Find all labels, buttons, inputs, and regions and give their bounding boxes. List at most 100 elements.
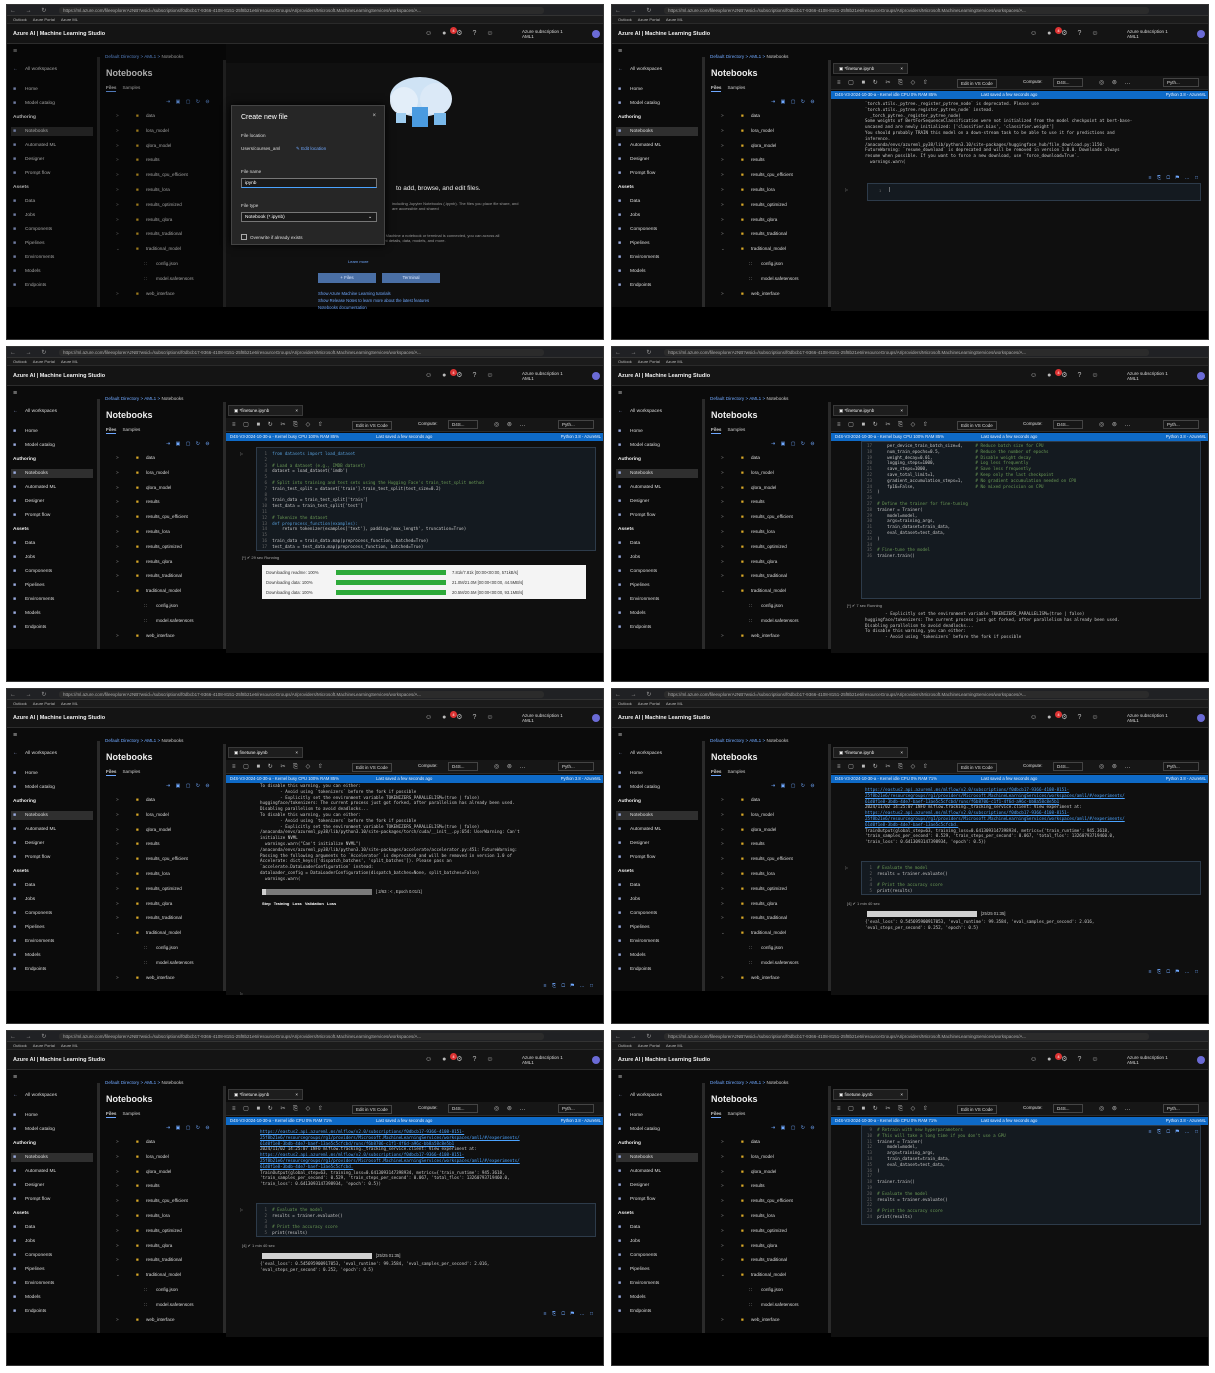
chevron-icon[interactable]: >	[116, 822, 119, 837]
sidebar-item-home[interactable]: ■ Home	[616, 769, 698, 778]
sidebar-item-endpoints[interactable]: ■ Endpoints	[11, 623, 93, 632]
file-tree-row[interactable]: > ■ results_qlora	[104, 896, 219, 911]
address-bar[interactable]: https://ml.azure.com/fileexplorerAzNB?ws…	[59, 7, 544, 14]
run-cell-icon[interactable]: ▷	[240, 1207, 243, 1212]
sidebar-item-models[interactable]: ■ Models	[11, 1293, 93, 1302]
edit-in-vscode-button[interactable]: Edit in VS Code	[352, 763, 392, 772]
file-tree-row[interactable]: ∷ config.json	[709, 1282, 824, 1297]
chevron-icon[interactable]: >	[116, 1164, 119, 1179]
sidebar-item-models[interactable]: ■ Models	[11, 609, 93, 618]
bookmark-link[interactable]: Outlook	[618, 700, 632, 708]
sidebar-item-model-catalog[interactable]: ■ Model catalog	[11, 783, 93, 792]
address-bar[interactable]: https://ml.azure.com/fileexplorerAzNB?ws…	[59, 1033, 544, 1040]
browser-nav-icons[interactable]: ← → ↻	[615, 7, 655, 14]
chevron-icon[interactable]: >	[721, 494, 724, 509]
breadcrumb-item[interactable]: Notebooks	[766, 396, 788, 401]
add-files-button[interactable]: + Files	[318, 273, 376, 283]
file-tree-row[interactable]: > ■ results_traditional	[709, 910, 824, 925]
file-tree-row[interactable]: > ■ results_qlora	[709, 554, 824, 569]
file-tree-row[interactable]: > ■ results_qlora	[709, 896, 824, 911]
sidebar-item-designer[interactable]: ■ Designer	[616, 155, 698, 164]
code-source[interactable]: 1 # Evaluate the model 2 results = train…	[262, 1207, 592, 1236]
sidebar-item-endpoints[interactable]: ■ Endpoints	[616, 965, 698, 974]
chevron-icon[interactable]: >	[116, 866, 119, 881]
compute-select[interactable]: D4S...	[1053, 1104, 1083, 1113]
file-tree-row[interactable]: > ■ qlora_model	[104, 480, 219, 495]
notebook-tab[interactable]: ▣ finetune.ipynb ×	[833, 1089, 908, 1100]
sidebar-item-automated-ml[interactable]: ■ Automated ML	[616, 483, 698, 492]
chevron-icon[interactable]: >	[721, 167, 724, 182]
breadcrumb-item[interactable]: Notebooks	[161, 396, 183, 401]
bookmark-link[interactable]: Azure Portal	[33, 700, 55, 708]
breadcrumb-item[interactable]: AML1	[749, 738, 761, 743]
browser-nav-icons[interactable]: ← → ↻	[615, 349, 655, 356]
file-name-input[interactable]: ipynb	[241, 178, 377, 188]
file-tree-row[interactable]: > ■ lora_model	[104, 465, 219, 480]
subscription-info[interactable]: Azure subscription 1 AML1	[522, 29, 563, 39]
sidebar-item-automated-ml[interactable]: ■ Automated ML	[616, 1167, 698, 1176]
chevron-icon[interactable]: >	[721, 1238, 724, 1253]
sidebar-item-designer[interactable]: ■ Designer	[11, 497, 93, 506]
bookmark-link[interactable]: Azure ML	[61, 358, 78, 366]
sidebar-item-model-catalog[interactable]: ■ Model catalog	[616, 441, 698, 450]
file-tree-row[interactable]: > ■ qlora_model	[709, 480, 824, 495]
file-toolbar-icons[interactable]: ⇥ ▣ ▢ ↻ ⊖	[771, 441, 817, 447]
sidebar-item-designer[interactable]: ■ Designer	[616, 1181, 698, 1190]
bookmark-link[interactable]: Azure Portal	[638, 16, 660, 24]
header-icons[interactable]: ☺ ● ⚙ ? ☺	[425, 713, 497, 721]
tab-files[interactable]: Files	[106, 769, 117, 776]
browser-nav-icons[interactable]: ← → ↻	[615, 1033, 655, 1040]
chevron-icon[interactable]: ⌄	[116, 583, 120, 598]
subscription-info[interactable]: Azure subscription 1 AML1	[522, 713, 563, 723]
sidebar-item-data[interactable]: ■ Data	[616, 539, 698, 548]
header-icons[interactable]: ☺ ● ⚙ ? ☺	[1030, 371, 1102, 379]
tab-samples[interactable]: Samples	[727, 769, 745, 774]
chevron-icon[interactable]: >	[116, 450, 119, 465]
chevron-icon[interactable]: >	[721, 807, 724, 822]
sidebar-item-endpoints[interactable]: ■ Endpoints	[11, 1307, 93, 1316]
browser-nav-icons[interactable]: ← → ↻	[10, 349, 50, 356]
file-tree-row[interactable]: > ■ results	[709, 152, 824, 167]
file-tree-row[interactable]: ⌄ ■ traditional_model	[709, 583, 824, 598]
avatar[interactable]	[592, 1056, 600, 1064]
avatar[interactable]	[1197, 714, 1205, 722]
compute-select[interactable]: D4S...	[448, 420, 478, 429]
hamburger-icon[interactable]: ≡	[13, 390, 17, 397]
chevron-icon[interactable]: ⌄	[721, 241, 725, 256]
code-source[interactable]: 1 # Evaluate the model 2 results = train…	[867, 865, 1197, 894]
edit-in-vscode-button[interactable]: Edit in VS Code	[957, 421, 997, 430]
subscription-info[interactable]: Azure subscription 1 AML1	[522, 1055, 563, 1065]
file-tree-row[interactable]: > ■ data	[709, 1134, 824, 1149]
sidebar-item-data[interactable]: ■ Data	[616, 881, 698, 890]
breadcrumb-item[interactable]: Default Directory	[710, 738, 744, 743]
file-tree-row[interactable]: ∷ config.json	[709, 256, 824, 271]
run-cell-icon[interactable]: ▷	[845, 187, 848, 192]
file-tree-row[interactable]: > ■ web_interface	[104, 970, 219, 985]
chevron-icon[interactable]: >	[116, 539, 119, 554]
sidebar-item-endpoints[interactable]: ■ Endpoints	[616, 281, 698, 290]
file-tree-row[interactable]: > ■ qlora_model	[104, 822, 219, 837]
bookmark-link[interactable]: Outlook	[13, 1042, 27, 1050]
breadcrumb-item[interactable]: Default Directory	[710, 54, 744, 59]
chevron-icon[interactable]: >	[116, 910, 119, 925]
file-tree-row[interactable]: > ■ results_traditional	[104, 568, 219, 583]
code-source[interactable]: 9 # Retrain with new hyperparameters 10 …	[867, 1127, 1197, 1220]
cell-toolbar-icons[interactable]: ≡ ⎘ ▢ ⚑ … □	[544, 1311, 595, 1317]
checkbox-box[interactable]	[241, 234, 247, 240]
sidebar-item-components[interactable]: ■ Components	[616, 225, 698, 234]
file-tree-row[interactable]: ∷ model.safetensors	[709, 271, 824, 286]
file-tree-row[interactable]: > ■ results_optimized	[709, 881, 824, 896]
kernel-select[interactable]: Pyth...	[1163, 762, 1199, 771]
file-tree-row[interactable]: ∷ config.json	[104, 598, 219, 613]
file-toolbar-icons[interactable]: ⇥ ▣ ▢ ↻ ⊖	[166, 783, 212, 789]
browser-nav-icons[interactable]: ← → ↻	[10, 1033, 50, 1040]
bookmark-link[interactable]: Azure ML	[61, 1042, 78, 1050]
toolbar-action-icons[interactable]: ≡ ▢ ■ ↻ ✂ ⎘ ◇ ⇧	[837, 1105, 931, 1113]
file-tree-row[interactable]: > ■ results_traditional	[709, 568, 824, 583]
file-tree-row[interactable]: > ■ results_traditional	[709, 1252, 824, 1267]
sidebar-item-designer[interactable]: ■ Designer	[11, 839, 93, 848]
bookmark-link[interactable]: Azure ML	[666, 700, 683, 708]
breadcrumb-item[interactable]: AML1	[144, 738, 156, 743]
tab-samples[interactable]: Samples	[122, 769, 140, 774]
sidebar-item-data[interactable]: ■ Data	[11, 1223, 93, 1232]
